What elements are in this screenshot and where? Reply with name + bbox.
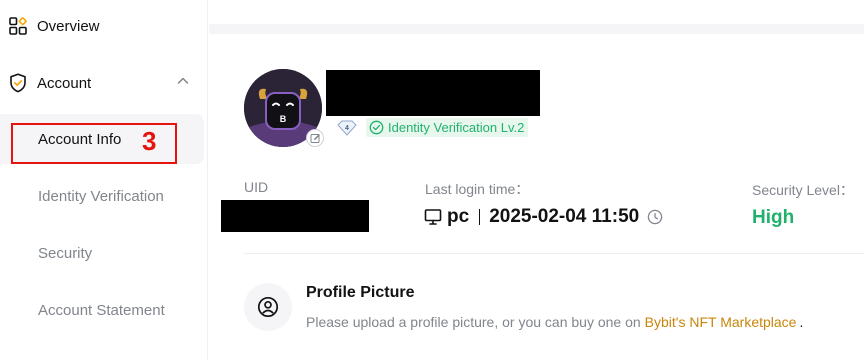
edit-avatar-icon[interactable] (306, 129, 324, 147)
profile-picture-icon (244, 283, 292, 331)
identity-verification-badge[interactable]: Identity Verification Lv.2 (366, 118, 529, 137)
separator (479, 209, 481, 225)
last-login-label: Last login time： (425, 181, 530, 197)
check-circle-icon (369, 120, 384, 135)
sidebar-item-account-info[interactable]: Account Info (0, 114, 204, 164)
chevron-up-icon[interactable] (176, 74, 190, 88)
avatar[interactable]: B (244, 69, 324, 149)
profile-picture-description-text: Please upload a profile picture, or you … (306, 314, 641, 330)
uid-label: UID (244, 179, 269, 195)
sidebar-item-account-statement[interactable]: Account Statement (0, 285, 204, 335)
top-bar (209, 0, 864, 24)
grid-icon (8, 16, 28, 36)
top-bar-separator (209, 24, 864, 34)
annotation-number: 3 (142, 126, 157, 156)
description-period: . (799, 314, 804, 330)
last-login-row: pc 2025-02-04 11:50 (424, 206, 663, 228)
profile-picture-description: Please upload a profile picture, or you … (306, 314, 803, 330)
uid-value-redacted (221, 200, 369, 232)
sidebar-item-label: Identity Verification (38, 187, 164, 205)
section-divider (244, 253, 864, 254)
sidebar-item-account[interactable]: Account (0, 62, 208, 104)
verification-level-label: Identity Verification Lv.2 (388, 120, 525, 135)
profile-picture-title: Profile Picture (306, 284, 415, 301)
vip-level-number: 4 (345, 125, 349, 132)
sidebar-item-overview[interactable]: Overview (0, 0, 208, 52)
sidebar-item-account-label: Account (37, 74, 92, 92)
sidebar-item-overview-label: Overview (37, 17, 100, 35)
svg-text:B: B (280, 114, 287, 124)
login-device: pc (447, 206, 470, 227)
sidebar: Overview Account Account Info Identity V… (0, 0, 208, 360)
security-level-value: High (752, 207, 795, 228)
monitor-icon (424, 209, 442, 225)
username-redacted (326, 70, 540, 116)
vip-level-badge: 4 (336, 120, 358, 136)
sidebar-item-label: Security (38, 244, 93, 262)
sidebar-item-label: Account Info (38, 130, 122, 148)
nft-marketplace-link[interactable]: Bybit's NFT Marketplace (645, 314, 797, 330)
sidebar-item-label: Account Statement (38, 301, 165, 319)
clock-icon[interactable] (647, 209, 663, 225)
sidebar-item-security[interactable]: Security (0, 228, 204, 278)
sidebar-item-identity-verification[interactable]: Identity Verification (0, 171, 204, 221)
shield-icon (8, 73, 28, 93)
security-level-label: Security Level： (752, 182, 854, 198)
login-time: 2025-02-04 11:50 (489, 206, 640, 227)
